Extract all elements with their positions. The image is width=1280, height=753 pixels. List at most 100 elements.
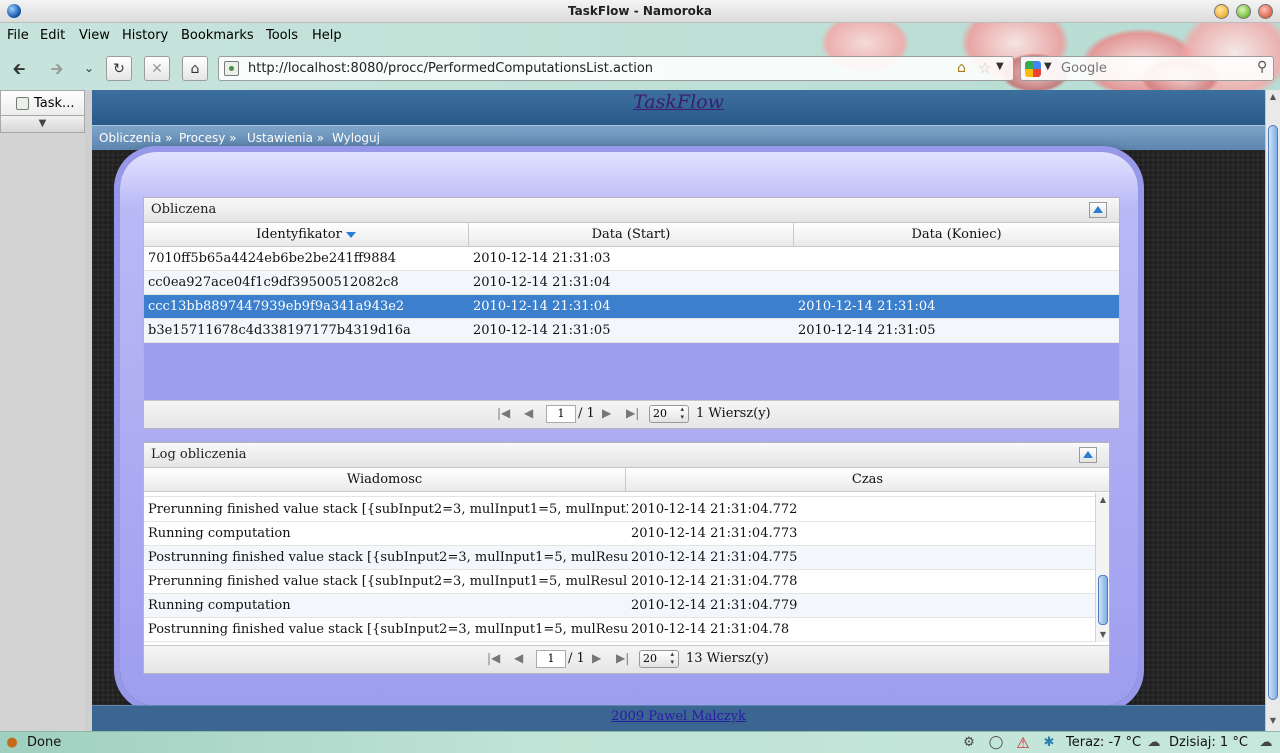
table-row[interactable]: Running computation 2010-12-14 21:31:04.…: [144, 522, 1095, 546]
page-number-input[interactable]: 1: [536, 650, 566, 668]
sidebar-splitter[interactable]: [85, 90, 92, 731]
column-czas[interactable]: Czas: [626, 468, 1109, 492]
cell-time: 2010-12-14 21:31:04.775: [631, 550, 798, 565]
collapse-log-icon[interactable]: [1079, 447, 1097, 463]
table-row[interactable]: Running computation 2010-12-14 21:31:04.…: [144, 594, 1095, 618]
history-dropdown-icon[interactable]: ⌄: [76, 56, 102, 81]
last-page-icon[interactable]: ▶|: [626, 406, 639, 420]
cell-message: Running computation: [148, 526, 291, 541]
cell-start: 2010-12-14 21:31:04: [473, 299, 611, 314]
scroll-up-icon[interactable]: ▲: [1097, 494, 1109, 506]
cell-time: 2010-12-14 21:31:04.779: [631, 598, 798, 613]
site-navigation: Obliczenia » Procesy » Ustawienia » Wylo…: [92, 125, 1265, 150]
row-count: 13 Wiersz(y): [686, 651, 769, 666]
row-count: 1 Wiersz(y): [696, 406, 771, 421]
table-row[interactable]: Prerunning finished value stack [{subInp…: [144, 570, 1095, 594]
menu-tools[interactable]: Tools: [266, 28, 298, 43]
search-engine-dropdown-icon[interactable]: ▼: [1044, 61, 1052, 72]
page-total: / 1: [568, 651, 585, 666]
forward-arrow-icon[interactable]: 🡲: [44, 56, 70, 81]
cell-start: 2010-12-14 21:31:03: [473, 251, 611, 266]
next-page-icon[interactable]: ▶: [602, 406, 611, 420]
tab-taskflow[interactable]: Task...: [0, 90, 85, 116]
nav-ustawienia[interactable]: Ustawienia »: [247, 131, 324, 145]
tab-label: Task...: [34, 96, 75, 111]
minimize-window-button[interactable]: [1214, 4, 1229, 19]
computations-panel: Obliczena Identyfikator Data (Start) Dat…: [143, 197, 1120, 429]
page-scroll-up-icon[interactable]: ▲: [1267, 92, 1279, 101]
table-row[interactable]: Postrunning finished value stack [{subIn…: [144, 618, 1095, 642]
last-page-icon[interactable]: ▶|: [616, 651, 629, 665]
page-number-input[interactable]: 1: [546, 405, 576, 423]
page-size-select[interactable]: 20: [639, 650, 679, 668]
addon-icon[interactable]: ⚙: [961, 735, 977, 751]
cell-start: 2010-12-14 21:31:05: [473, 323, 611, 338]
search-engine-icon[interactable]: [1025, 61, 1041, 77]
collapse-computations-icon[interactable]: [1089, 202, 1107, 218]
log-panel: Log obliczenia Wiadomosc Czas Prerunning…: [143, 442, 1110, 674]
site-title-link[interactable]: TaskFlow: [92, 91, 1265, 113]
address-url[interactable]: http://localhost:8080/procc/PerformedCom…: [248, 61, 653, 76]
search-input[interactable]: [1061, 60, 1251, 77]
column-data-start[interactable]: Data (Start): [469, 223, 794, 247]
menu-file[interactable]: File: [7, 28, 29, 43]
footer-link[interactable]: 2009 Pawel Malczyk: [92, 709, 1265, 724]
home-page-icon[interactable]: ⌂: [957, 60, 966, 76]
page-size-select[interactable]: 20: [649, 405, 689, 423]
nav-obliczenia[interactable]: Obliczenia »: [99, 131, 172, 145]
scroll-down-icon[interactable]: ▼: [1097, 629, 1109, 641]
url-dropdown-icon[interactable]: ▼: [996, 61, 1004, 72]
close-window-button[interactable]: [1258, 4, 1273, 19]
address-bar[interactable]: http://localhost:8080/procc/PerformedCom…: [218, 56, 1014, 81]
first-page-icon[interactable]: |◀: [487, 651, 500, 665]
cell-time: 2010-12-14 21:31:04.773: [631, 526, 798, 541]
nav-wyloguj[interactable]: Wyloguj: [332, 131, 380, 145]
menu-help[interactable]: Help: [312, 28, 342, 43]
stop-icon[interactable]: ✕: [144, 56, 170, 81]
computations-panel-header: Obliczena: [144, 198, 1119, 223]
warning-icon[interactable]: ⚠: [1015, 735, 1031, 751]
weather-cloud-icon: ☁: [1259, 735, 1273, 750]
log-scrollbar[interactable]: ▲ ▼: [1095, 493, 1109, 642]
column-identyfikator[interactable]: Identyfikator: [144, 223, 469, 247]
menu-view[interactable]: View: [79, 28, 110, 43]
prev-page-icon[interactable]: ◀: [524, 406, 533, 420]
prev-page-icon[interactable]: ◀: [514, 651, 523, 665]
tab-sidebar: Task... ▼: [0, 90, 92, 731]
menu-edit[interactable]: Edit: [40, 28, 65, 43]
table-row-selected[interactable]: ccc13bb8897447939eb9f9a341a943e2 2010-12…: [144, 295, 1119, 319]
first-page-icon[interactable]: |◀: [497, 406, 510, 420]
table-row[interactable]: b3e15711678c4d338197177b4319d16a 2010-12…: [144, 319, 1119, 343]
cell-message: Postrunning finished value stack [{subIn…: [148, 622, 628, 637]
reload-icon[interactable]: ↻: [106, 56, 132, 81]
status-text: Done: [27, 735, 62, 750]
page-scroll-thumb[interactable]: [1268, 125, 1278, 700]
table-row[interactable]: cc0ea927ace04f1c9df39500512082c8 2010-12…: [144, 271, 1119, 295]
menu-history[interactable]: History: [122, 28, 168, 43]
network-icon[interactable]: ✱: [1041, 735, 1057, 751]
menu-bookmarks[interactable]: Bookmarks: [181, 28, 254, 43]
bookmark-star-icon[interactable]: ☆: [978, 59, 991, 77]
security-icon[interactable]: ◯: [988, 735, 1004, 751]
tab-list-handle-icon[interactable]: ▼: [0, 116, 85, 133]
cell-time: 2010-12-14 21:31:04.778: [631, 574, 798, 589]
log-scroll-thumb[interactable]: [1098, 575, 1108, 625]
cell-message: Running computation: [148, 598, 291, 613]
table-row[interactable]: Prerunning finished value stack [{subInp…: [144, 498, 1095, 522]
page-scrollbar[interactable]: ▲ ▼: [1265, 90, 1280, 731]
maximize-window-button[interactable]: [1236, 4, 1251, 19]
activity-fox-icon: ●: [6, 735, 18, 750]
cell-end: 2010-12-14 21:31:04: [798, 299, 936, 314]
column-data-koniec[interactable]: Data (Koniec): [794, 223, 1119, 247]
column-wiadomosc[interactable]: Wiadomosc: [144, 468, 626, 492]
next-page-icon[interactable]: ▶: [592, 651, 601, 665]
back-arrow-icon[interactable]: 🡰: [6, 56, 32, 81]
table-row[interactable]: Postrunning finished value stack [{subIn…: [144, 546, 1095, 570]
cell-message: Prerunning finished value stack [{subInp…: [148, 502, 628, 517]
status-bar: ● Done ⚙ ◯ ⚠ ✱ Teraz: -7 °C ☁ Dzisiaj: 1…: [0, 731, 1280, 753]
home-icon[interactable]: ⌂: [182, 56, 208, 81]
search-icon[interactable]: ⚲: [1257, 59, 1267, 75]
page-scroll-down-icon[interactable]: ▼: [1267, 716, 1279, 725]
table-row[interactable]: 7010ff5b65a4424eb6be2be241ff9884 2010-12…: [144, 247, 1119, 271]
nav-procesy[interactable]: Procesy »: [179, 131, 237, 145]
